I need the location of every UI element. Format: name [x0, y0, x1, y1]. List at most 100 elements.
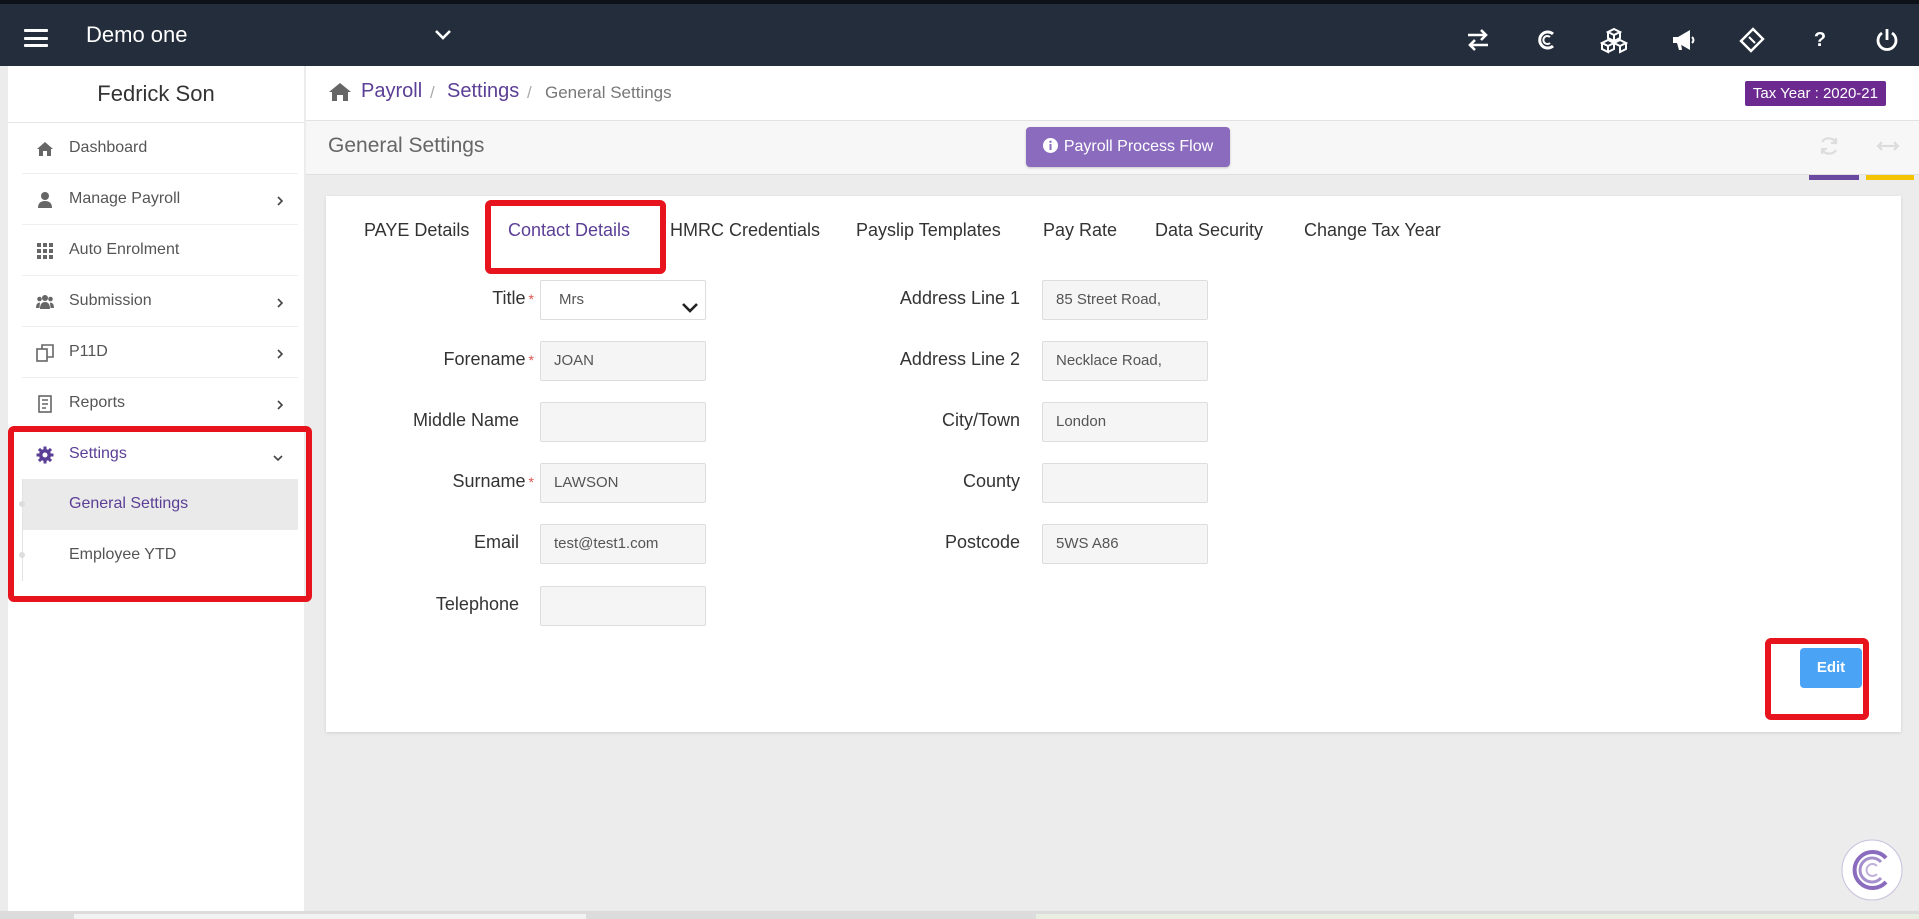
breadcrumb-separator: / — [430, 83, 435, 102]
sidebar-item-p11d[interactable]: P11D — [22, 327, 298, 378]
breadcrumb-payroll-link[interactable]: Payroll — [361, 80, 422, 103]
payroll-process-flow-label: Payroll Process Flow — [1063, 138, 1214, 155]
sidebar-subitem-general-settings[interactable]: General Settings — [19, 479, 298, 530]
chat-support-logo-icon[interactable] — [1840, 838, 1904, 902]
city-town-label: City/Town — [941, 410, 1020, 430]
users-icon — [36, 293, 54, 311]
title-select-value: Mrs — [559, 291, 584, 308]
home-icon[interactable] — [328, 82, 352, 107]
address-line-2-field[interactable]: Necklace Road, — [1042, 341, 1208, 381]
forename-label: Forename * — [443, 349, 535, 369]
chevron-right-icon — [276, 347, 284, 365]
tool-underline-purple — [1809, 175, 1859, 180]
currency-icon[interactable] — [1533, 26, 1561, 54]
chevron-right-icon — [276, 194, 284, 212]
breadcrumb-current: General Settings — [545, 83, 672, 102]
scroll-segment — [1036, 914, 1919, 919]
tab-data-security[interactable]: Data Security — [1155, 220, 1263, 241]
home-icon — [36, 140, 54, 158]
breadcrumb-separator: / — [527, 83, 532, 102]
tab-contact-details[interactable]: Contact Details — [508, 220, 630, 241]
tool-underline-yellow — [1866, 175, 1914, 180]
report-icon — [36, 395, 54, 413]
info-icon — [1042, 129, 1058, 153]
user-icon — [36, 191, 54, 209]
county-label: County — [962, 471, 1020, 491]
sidebar-item-label: Reports — [69, 394, 126, 411]
middle-name-field[interactable] — [540, 402, 706, 442]
grid-icon — [36, 242, 54, 260]
sidebar-item-dashboard[interactable]: Dashboard — [22, 123, 298, 174]
sidebar-item-label: Dashboard — [69, 139, 148, 156]
sidebar-item-auto-enrolment[interactable]: Auto Enrolment — [22, 225, 298, 276]
tab-payslip-templates[interactable]: Payslip Templates — [856, 220, 1001, 241]
sidebar-item-label: Submission — [69, 292, 152, 309]
sidebar-item-label: Auto Enrolment — [69, 241, 180, 258]
surname-field[interactable]: LAWSON — [540, 463, 706, 503]
ticket-icon[interactable] — [1738, 26, 1766, 54]
user-name: Fedrick Son — [8, 66, 304, 123]
sidebar-item-label: Settings — [69, 445, 127, 462]
email-field[interactable]: test@test1.com — [540, 524, 706, 564]
county-field[interactable] — [1042, 463, 1208, 503]
sidebar-item-submission[interactable]: Submission — [22, 276, 298, 327]
tab-hmrc-credentials[interactable]: HMRC Credentials — [670, 220, 820, 241]
address-line-1-label: Address Line 1 — [899, 288, 1020, 308]
sidebar-subitem-label: Employee YTD — [69, 546, 177, 563]
megaphone-icon[interactable] — [1669, 26, 1697, 54]
sidebar-subitem-employee-ytd[interactable]: Employee YTD — [19, 530, 298, 581]
city-town-field[interactable]: London — [1042, 402, 1208, 442]
copy-icon — [36, 344, 54, 362]
postcode-field[interactable]: 5WS A86 — [1042, 524, 1208, 564]
chevron-right-icon — [276, 398, 284, 416]
tab-pay-rate[interactable]: Pay Rate — [1043, 220, 1117, 241]
chevron-down-icon — [681, 292, 699, 330]
forename-field[interactable]: JOAN — [540, 341, 706, 381]
tax-year-badge: Tax Year : 2020-21 — [1744, 81, 1886, 106]
top-navbar: Demo one ? — [0, 0, 1919, 66]
transfer-icon[interactable] — [1464, 26, 1492, 54]
title-label: Title * — [492, 288, 534, 308]
sidebar-item-reports[interactable]: Reports — [22, 378, 298, 429]
email-label: Email — [473, 532, 519, 552]
company-name: Demo one — [86, 22, 188, 47]
sidebar-item-settings[interactable]: Settings — [22, 429, 298, 479]
gear-icon — [36, 446, 54, 464]
telephone-label: Telephone — [435, 594, 519, 614]
breadcrumb-settings-link[interactable]: Settings — [447, 80, 519, 103]
cubes-icon[interactable] — [1599, 26, 1629, 54]
expand-horizontal-icon[interactable] — [1876, 135, 1900, 162]
breadcrumb: Payroll / Settings / General Settings Ta… — [306, 66, 1919, 121]
address-line-1-field[interactable]: 85 Street Road, — [1042, 280, 1208, 320]
tree-dot — [19, 501, 25, 507]
tab-change-tax-year[interactable]: Change Tax Year — [1304, 220, 1441, 241]
sidebar-item-manage-payroll[interactable]: Manage Payroll — [22, 174, 298, 225]
payroll-process-flow-button[interactable]: Payroll Process Flow — [1026, 127, 1230, 167]
sidebar-item-label: Manage Payroll — [69, 190, 181, 207]
power-icon[interactable] — [1873, 26, 1901, 54]
settings-tabs: PAYE Details Contact Details HMRC Creden… — [344, 206, 1884, 257]
company-switch-chevron-icon[interactable] — [434, 28, 452, 46]
sidebar: Fedrick Son Dashboard Manage Payroll Aut… — [8, 66, 304, 919]
hamburger-menu-icon[interactable] — [24, 29, 48, 47]
refresh-icon[interactable] — [1818, 135, 1840, 162]
address-line-2-label: Address Line 2 — [899, 349, 1020, 369]
help-icon[interactable]: ? — [1806, 26, 1834, 54]
chevron-down-icon — [272, 449, 284, 467]
page-title: General Settings — [328, 134, 485, 157]
bottom-scroll-strip — [0, 911, 1919, 919]
settings-card: PAYE Details Contact Details HMRC Creden… — [326, 196, 1901, 732]
telephone-field[interactable] — [540, 586, 706, 626]
sidebar-subitem-label: General Settings — [69, 495, 189, 512]
tab-paye-details[interactable]: PAYE Details — [364, 220, 469, 241]
page-header: General Settings Payroll Process Flow — [306, 121, 1919, 180]
scroll-segment — [74, 914, 586, 919]
title-select[interactable]: Mrs — [540, 280, 706, 320]
chevron-right-icon — [276, 296, 284, 314]
edit-button[interactable]: Edit — [1800, 648, 1862, 688]
contact-details-form: Title * Mrs Forename * JOAN Middle Name Su… — [344, 256, 1884, 714]
tree-dot — [19, 552, 25, 558]
sidebar-item-label: P11D — [69, 343, 108, 360]
surname-label: Surname * — [452, 471, 535, 491]
postcode-label: Postcode — [944, 532, 1020, 552]
